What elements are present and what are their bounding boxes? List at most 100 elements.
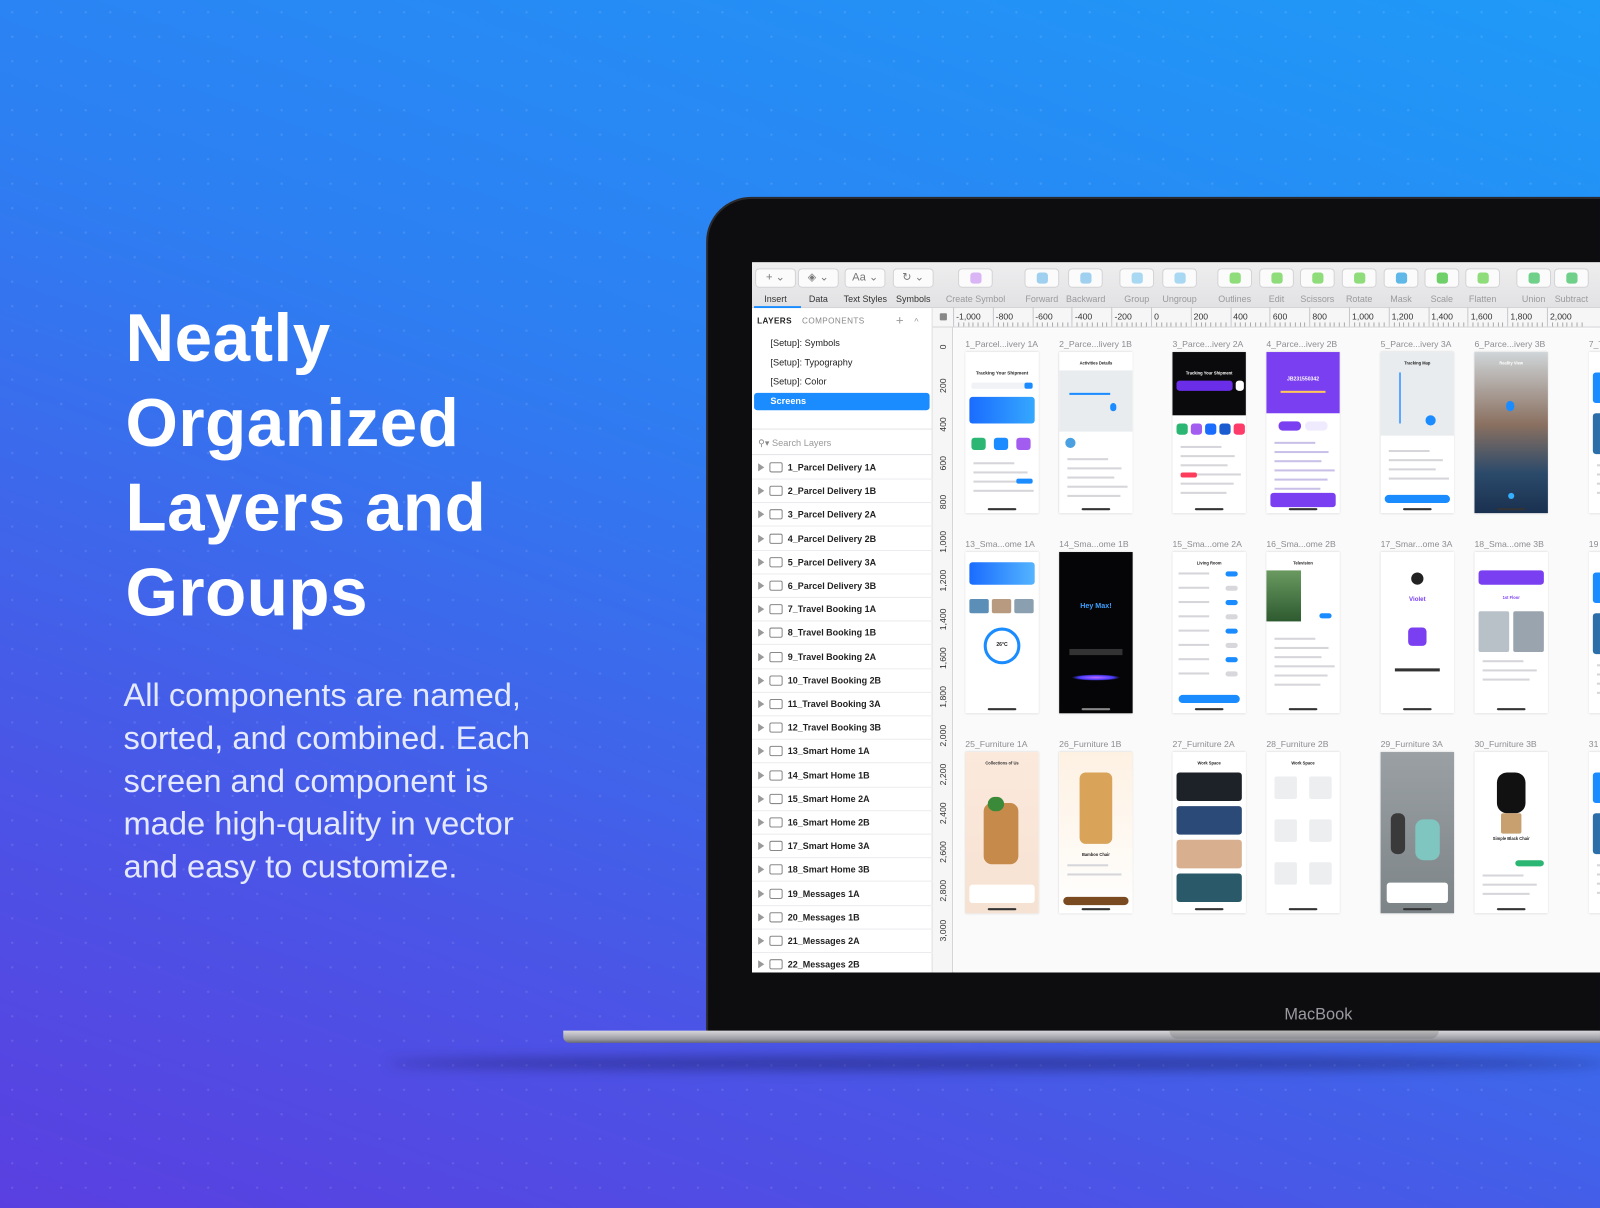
- artboard-title[interactable]: 3_Parce...ivery 2A: [1172, 339, 1243, 349]
- artboard-title[interactable]: 19: [1589, 539, 1599, 549]
- artboard[interactable]: Tracking Your Shipment: [965, 352, 1039, 514]
- toolbar-outlines-button[interactable]: Outlines: [1217, 268, 1253, 304]
- vertical-ruler[interactable]: 0 200 400 600 800 1,000 1,200 1,400 1,600 1,800 2,…: [932, 327, 954, 973]
- layer-row[interactable]: 7_Travel Booking 1A: [752, 598, 933, 622]
- disclosure-triangle-icon[interactable]: [758, 747, 765, 756]
- page-setup-symbols[interactable]: [Setup]: Symbols: [770, 338, 839, 348]
- toolbar-union-button[interactable]: Union: [1516, 268, 1552, 304]
- toolbar-forward-button[interactable]: Forward: [1024, 268, 1060, 304]
- toolbar-create-symbol-button[interactable]: Create Symbol: [946, 268, 1005, 304]
- layer-row[interactable]: 2_Parcel Delivery 1B: [752, 480, 933, 504]
- artboard[interactable]: [1588, 752, 1600, 914]
- toolbar-rotate-button[interactable]: Rotate: [1341, 268, 1377, 304]
- artboard-title[interactable]: 26_Furniture 1B: [1059, 739, 1121, 749]
- artboard[interactable]: [1588, 352, 1600, 514]
- disclosure-triangle-icon[interactable]: [758, 913, 765, 922]
- disclosure-triangle-icon[interactable]: [758, 557, 765, 567]
- disclosure-triangle-icon[interactable]: [758, 676, 765, 685]
- layer-row[interactable]: 8_Travel Booking 1B: [752, 622, 933, 646]
- toolbar-group-button[interactable]: Group: [1119, 268, 1155, 304]
- artboard-title[interactable]: 14_Sma...ome 1B: [1059, 539, 1128, 549]
- artboard-title[interactable]: 2_Parce...livery 1B: [1059, 339, 1132, 349]
- toolbar-backward-button[interactable]: Backward: [1066, 268, 1105, 304]
- artboard[interactable]: Hey Max!: [1059, 552, 1133, 714]
- disclosure-triangle-icon[interactable]: [758, 771, 765, 780]
- layer-row[interactable]: 22_Messages 2B: [752, 953, 933, 972]
- collapse-pages-icon[interactable]: ^: [914, 316, 919, 326]
- layer-row[interactable]: 6_Parcel Delivery 3B: [752, 574, 933, 598]
- toolbar-mask-button[interactable]: Mask: [1383, 268, 1419, 304]
- artboard-title[interactable]: 28_Furniture 2B: [1266, 739, 1328, 749]
- artboard[interactable]: Work Space: [1266, 752, 1340, 914]
- artboard[interactable]: JB231550342: [1266, 352, 1340, 514]
- layer-row[interactable]: 1_Parcel Delivery 1A: [752, 456, 933, 480]
- layer-row[interactable]: 10_Travel Booking 2B: [752, 669, 933, 693]
- artboard-canvas[interactable]: 1_Parcel...ivery 1A Tracking Your Shipmen…: [954, 328, 1600, 973]
- disclosure-triangle-icon[interactable]: [758, 842, 765, 851]
- artboard-title[interactable]: 4_Parce...ivery 2B: [1266, 339, 1337, 349]
- artboard[interactable]: Activities Details: [1059, 352, 1133, 514]
- artboard[interactable]: [1380, 752, 1455, 914]
- artboard[interactable]: Simple Black Chair: [1474, 752, 1548, 914]
- disclosure-triangle-icon[interactable]: [758, 605, 765, 614]
- layer-row[interactable]: 3_Parcel Delivery 2A: [752, 503, 933, 527]
- toolbar-flatten-button[interactable]: Flatten: [1465, 268, 1500, 304]
- artboard[interactable]: Living Room: [1172, 552, 1246, 714]
- artboard-title[interactable]: 1_Parcel...ivery 1A: [965, 339, 1038, 349]
- artboard-title[interactable]: 29_Furniture 3A: [1381, 739, 1443, 749]
- toolbar-subtract-button[interactable]: Subtract: [1554, 268, 1589, 304]
- disclosure-triangle-icon[interactable]: [758, 652, 765, 661]
- search-layers-input[interactable]: ⚲▾ Search Layers: [758, 438, 831, 449]
- layer-row[interactable]: 4_Parcel Delivery 2B: [752, 527, 933, 551]
- disclosure-triangle-icon[interactable]: [758, 486, 765, 496]
- artboard[interactable]: Violet: [1380, 552, 1455, 714]
- artboard-title[interactable]: 5_Parce...ivery 3A: [1381, 339, 1452, 349]
- layer-row[interactable]: 17_Smart Home 3A: [752, 835, 933, 859]
- disclosure-triangle-icon[interactable]: [758, 889, 765, 898]
- artboard-title[interactable]: 31: [1589, 739, 1599, 749]
- toolbar-edit-button[interactable]: Edit: [1259, 268, 1294, 304]
- toolbar-symbols-button[interactable]: ↻ ⌄ Symbols: [892, 268, 934, 304]
- layer-row[interactable]: 15_Smart Home 2A: [752, 788, 933, 812]
- layer-row[interactable]: 20_Messages 1B: [752, 906, 933, 930]
- disclosure-triangle-icon[interactable]: [758, 628, 765, 638]
- artboard[interactable]: 1st Floor: [1474, 552, 1548, 714]
- artboard-title[interactable]: 13_Sma...ome 1A: [965, 539, 1034, 549]
- artboard-title[interactable]: 16_Sma...ome 2B: [1266, 539, 1335, 549]
- disclosure-triangle-icon[interactable]: [758, 818, 765, 827]
- page-screens-selected[interactable]: Screens: [754, 392, 930, 411]
- artboard[interactable]: Reality View: [1474, 352, 1548, 514]
- layer-row[interactable]: 19_Messages 1A: [752, 882, 933, 906]
- disclosure-triangle-icon[interactable]: [758, 699, 765, 709]
- layer-row[interactable]: 9_Travel Booking 2A: [752, 645, 933, 669]
- toolbar-scissors-button[interactable]: Scissors: [1299, 268, 1335, 304]
- toolbar-insert-button[interactable]: + ⌄ Insert: [755, 268, 796, 304]
- artboard[interactable]: Tracking Map: [1380, 352, 1455, 514]
- artboard[interactable]: Tracking Your Shipment: [1172, 352, 1246, 514]
- disclosure-triangle-icon[interactable]: [758, 510, 765, 519]
- page-setup-color[interactable]: [Setup]: Color: [770, 377, 826, 387]
- artboard-title[interactable]: 7_T: [1589, 339, 1600, 349]
- artboard-title[interactable]: 6_Parce...ivery 3B: [1474, 339, 1545, 349]
- layer-row[interactable]: 12_Travel Booking 3B: [752, 717, 933, 740]
- artboard-title[interactable]: 17_Smar...ome 3A: [1381, 539, 1453, 549]
- artboard-title[interactable]: 30_Furniture 3B: [1474, 739, 1536, 749]
- disclosure-triangle-icon[interactable]: [758, 936, 765, 945]
- toolbar-ungroup-button[interactable]: Ungroup: [1162, 268, 1197, 304]
- disclosure-triangle-icon[interactable]: [758, 960, 765, 969]
- layer-row[interactable]: 11_Travel Booking 3A: [752, 693, 933, 717]
- artboard-title[interactable]: 18_Sma...ome 3B: [1474, 539, 1543, 549]
- page-setup-typography[interactable]: [Setup]: Typography: [770, 357, 852, 367]
- artboard[interactable]: Bamboo Chair: [1059, 752, 1133, 914]
- artboard[interactable]: Collections of Us: [965, 752, 1039, 914]
- artboard-title[interactable]: 25_Furniture 1A: [965, 739, 1027, 749]
- artboard[interactable]: Television: [1266, 552, 1340, 714]
- toolbar-text-styles-button[interactable]: Aa ⌄ Text Styles: [844, 268, 887, 304]
- lock-icon[interactable]: [939, 313, 947, 321]
- disclosure-triangle-icon[interactable]: [758, 865, 765, 874]
- layer-row[interactable]: 18_Smart Home 3B: [752, 859, 933, 883]
- artboard[interactable]: 26°C: [965, 552, 1039, 714]
- artboard-title[interactable]: 27_Furniture 2A: [1172, 739, 1234, 749]
- artboard[interactable]: Work Space: [1172, 752, 1246, 914]
- disclosure-triangle-icon[interactable]: [758, 581, 765, 590]
